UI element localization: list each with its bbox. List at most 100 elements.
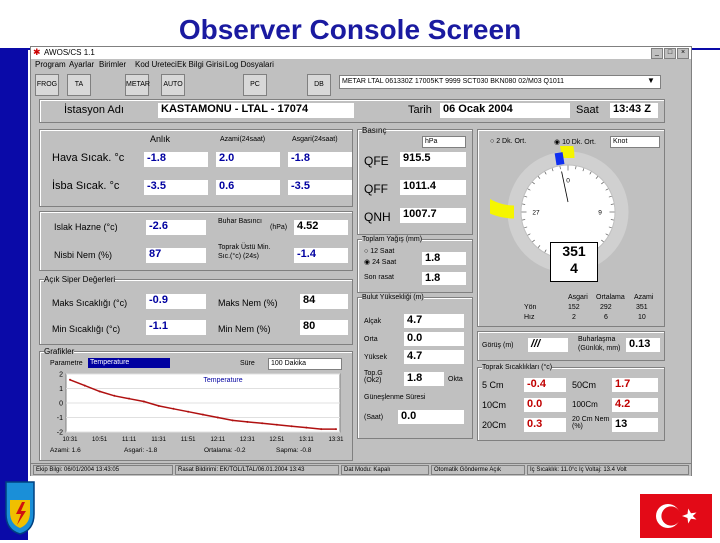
temperature-point <box>305 426 308 429</box>
temperature-point <box>202 413 204 416</box>
precip-since-label: Son rasat <box>364 274 394 281</box>
wind-hdr-max: Azami <box>634 294 654 301</box>
wind-speed-avg: 6 <box>604 314 608 321</box>
plot-x-tick: 13:31 <box>328 437 344 443</box>
toolbar-button-metar[interactable]: METAR <box>125 74 150 96</box>
close-button[interactable]: × <box>677 48 689 59</box>
plot-series-label: Temperature <box>203 377 242 384</box>
precip-value-12: 1.8 <box>422 252 466 265</box>
ground-min-value: -1.4 <box>294 248 348 263</box>
visibility-value: /// <box>528 338 568 352</box>
precip-opt-12[interactable]: ○ 12 Saat <box>364 248 394 255</box>
open-rh-min-label: Min Nem (%) <box>218 324 271 334</box>
minimize-button[interactable]: _ <box>651 48 663 59</box>
plot-stat: Asgari: -1.8 <box>124 447 158 454</box>
sun-value: 0.0 <box>398 410 464 424</box>
dew-temp-instant: -3.5 <box>144 180 208 195</box>
soil-depth-20: 20Cm <box>482 420 507 430</box>
wind-opt-2min[interactable]: ○ 2 Dk. Ort. <box>490 138 526 145</box>
soil-depth-100: 100Cm <box>572 400 598 409</box>
cloud-panel: Bulut Yüksekliği (m) Alçak 4.7 Orta 0.0 … <box>357 294 473 439</box>
menu-kod-ureteci[interactable]: Kod Ureteci <box>135 60 177 69</box>
status-cell-4: Otomatik Gönderme Açık <box>431 465 525 475</box>
menu-program[interactable]: Program <box>35 60 66 69</box>
window-title: AWOS/CS 1.1 <box>44 48 95 57</box>
status-cell-3: Dat Modu: Kapalı <box>341 465 429 475</box>
precip-panel: Toplam Yağış (mm) ○ 12 Saat ◉ 24 Saat 1.… <box>357 236 473 293</box>
soil-depth-50: 50Cm <box>572 380 597 390</box>
rh-value: 87 <box>146 248 206 263</box>
graph-period-select[interactable]: 100 Dakika <box>268 358 342 370</box>
pressure-title: Basınç <box>362 126 387 135</box>
chevron-down-icon[interactable]: ▼ <box>647 76 655 85</box>
toolbar-button-db[interactable]: DB <box>307 74 331 96</box>
precip-opt-24[interactable]: ◉ 24 Saat <box>364 258 396 266</box>
plot-stat: Sapma: -0.8 <box>276 447 312 454</box>
open-rh-max-value: 84 <box>300 294 348 309</box>
temperature-point <box>320 428 323 431</box>
temperature-point <box>261 422 264 425</box>
dew-temp-min: -3.5 <box>288 180 352 195</box>
status-bar: Ekip Bilgi: 06/01/2004 13:43:05 Rasat Bi… <box>31 463 691 476</box>
meteoroloji-logo-icon <box>5 481 35 535</box>
maximize-button[interactable]: □ <box>664 48 676 59</box>
vapor-label: Buhar Basıncı <box>218 218 262 225</box>
ground-min-sub: Sıc.(°c) (24s) <box>218 253 259 260</box>
plot-y-tick: 2 <box>59 372 63 379</box>
temperature-point <box>142 400 145 403</box>
toolbar-button-pc[interactable]: PC <box>243 74 267 96</box>
graph-title: Grafikler <box>44 347 75 356</box>
temperature-point <box>172 407 175 410</box>
menu-ayarlar[interactable]: Ayarlar <box>69 60 94 69</box>
wind-opt-10min[interactable]: ◉ 10 Dk. Ort. <box>554 138 596 146</box>
plot-x-tick: 11:31 <box>151 437 166 443</box>
open-min-value: -1.1 <box>146 320 206 335</box>
plot-x-tick: 12:51 <box>269 437 285 443</box>
wind-speed-min: 2 <box>572 314 576 321</box>
visibility-evap-panel: Görüş (m) /// Buharlaşma (Günlük, mm) 0.… <box>477 331 665 361</box>
precip-value-since: 1.8 <box>422 272 466 285</box>
pressure-unit-select[interactable]: hPa <box>422 136 466 148</box>
time-value: 13:43 Z <box>610 103 658 118</box>
wind-opt-2min-label: 2 Dk. Ort. <box>496 138 527 145</box>
temperature-point <box>69 378 71 381</box>
wind-speed-max: 10 <box>638 314 646 321</box>
cloud-title: Bulut Yüksekliği (m) <box>362 294 424 301</box>
menu-ek-bilgi[interactable]: Ek Bilgi Girisi <box>177 60 224 69</box>
toolbar-button-ta[interactable]: TA <box>67 74 91 96</box>
moist-label: Islak Hazne (°c) <box>54 222 118 232</box>
temp-col-instant: Anlık <box>150 134 171 144</box>
soil-moisture-value: 13 <box>612 418 658 432</box>
toolbar-button-auto[interactable]: AUTO <box>161 74 185 96</box>
temperature-point <box>335 428 337 431</box>
graph-param-select[interactable]: Temperature <box>88 358 170 368</box>
temperature-point <box>187 410 190 413</box>
toolbar-button-frog[interactable]: FROG <box>35 74 59 96</box>
wind-readout: 351 4 <box>550 242 598 282</box>
air-temp-min: -1.8 <box>288 152 352 167</box>
turkey-flag-icon <box>640 494 712 538</box>
qff-label: QFF <box>364 182 388 196</box>
temperature-point <box>157 404 160 407</box>
temperature-point <box>246 420 249 423</box>
menu-birimler[interactable]: Birimler <box>99 60 126 69</box>
temp-col-min: Asgari(24saat) <box>292 136 338 143</box>
wind-hdr-min: Asgari <box>568 294 588 301</box>
cloud-total-value: 1.8 <box>404 372 444 386</box>
cloud-total-unit: Okta <box>448 376 463 383</box>
wind-dir-min: 152 <box>568 304 580 311</box>
toolbar: FROG TA METAR AUTO PC DB METAR LTAL 0613… <box>31 71 691 99</box>
pressure-panel: Basınç hPa QFE 915.5 QFF 1011.4 QNH 1007… <box>357 126 473 235</box>
rh-label: Nisbi Nem (%) <box>54 250 113 260</box>
sun-sub: (Saat) <box>364 414 384 421</box>
dew-temp-label: İsba Sıcak. °c <box>52 180 120 192</box>
message-combo[interactable]: METAR LTAL 061330Z 17005KT 9999 SCT030 B… <box>339 75 661 89</box>
wind-dir-max: 351 <box>636 304 648 311</box>
temperature-point <box>128 397 131 400</box>
plot-stat: Azami: 1.6 <box>50 447 81 454</box>
menu-log[interactable]: Log Dosyalari <box>225 60 274 69</box>
vapor-value: 4.52 <box>294 220 348 235</box>
plot-y-tick: 1 <box>59 386 63 393</box>
temperature-point <box>290 425 293 428</box>
date-label: Tarih <box>408 104 432 116</box>
